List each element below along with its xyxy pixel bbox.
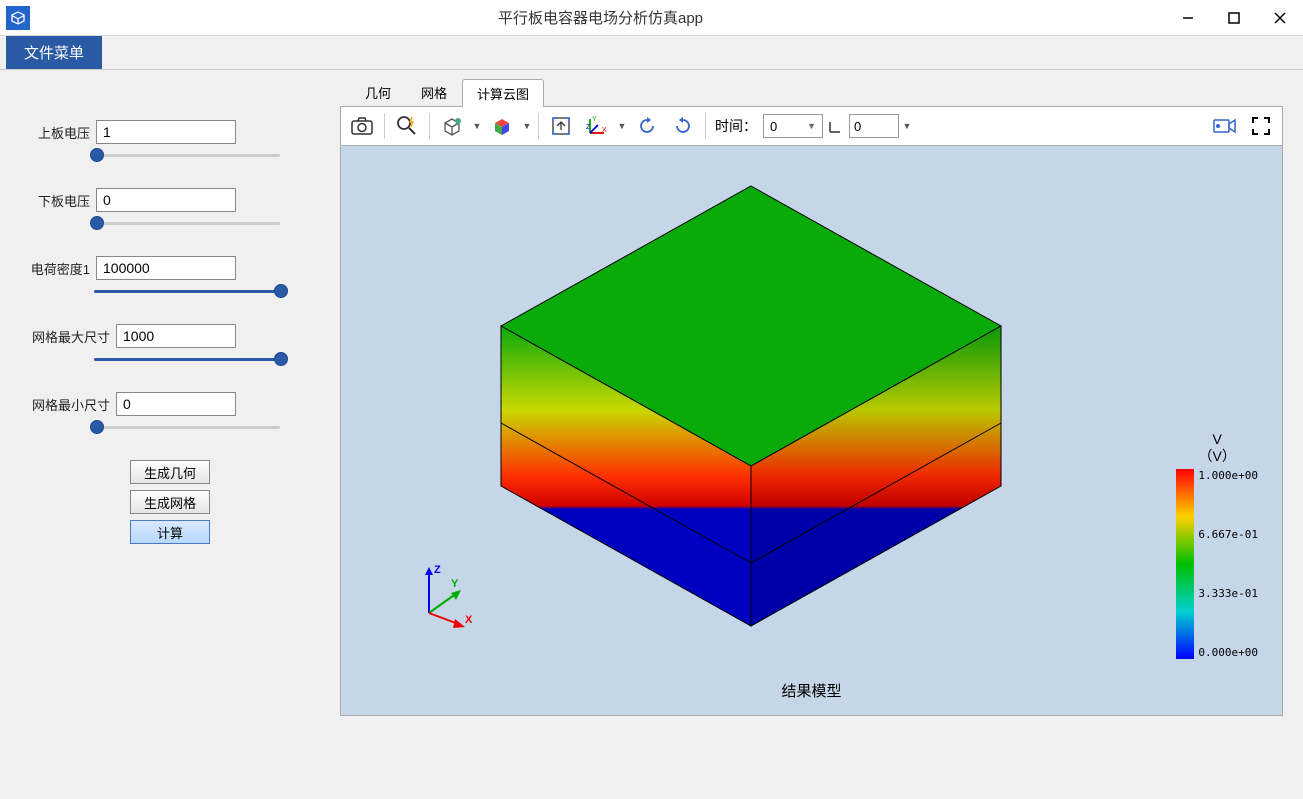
- axis-view-icon[interactable]: YX Z: [580, 110, 614, 142]
- mesh-max-input[interactable]: [116, 324, 236, 348]
- maximize-button[interactable]: [1211, 0, 1257, 36]
- file-menu[interactable]: 文件菜单: [6, 36, 102, 69]
- zoom-lightning-icon[interactable]: [390, 110, 424, 142]
- angle-icon[interactable]: [825, 110, 847, 142]
- time-input-dropdown[interactable]: ▼: [901, 110, 913, 142]
- video-camera-icon[interactable]: [1208, 110, 1242, 142]
- charge-density-slider[interactable]: [20, 286, 320, 298]
- svg-text:Y: Y: [592, 116, 597, 123]
- mesh-min-slider[interactable]: [20, 422, 320, 434]
- window-title: 平行板电容器电场分析仿真app: [36, 7, 1165, 28]
- legend-colorbar: [1176, 469, 1194, 659]
- time-input[interactable]: [849, 114, 899, 138]
- axis-triad: Z Y X: [409, 563, 479, 633]
- svg-text:Z: Z: [434, 564, 441, 576]
- svg-text:Y: Y: [451, 578, 459, 590]
- charge-density-input[interactable]: [96, 256, 236, 280]
- expand-icon[interactable]: [1244, 110, 1278, 142]
- upper-voltage-label: 上板电压: [20, 123, 90, 142]
- time-select[interactable]: 0▼: [763, 114, 823, 138]
- separator: [384, 113, 385, 139]
- param-mesh-max: 网格最大尺寸: [20, 324, 320, 348]
- tab-mesh[interactable]: 网格: [406, 78, 462, 106]
- tab-cloud[interactable]: 计算云图: [462, 79, 544, 107]
- gen-mesh-button[interactable]: 生成网格: [130, 490, 210, 514]
- minimize-button[interactable]: [1165, 0, 1211, 36]
- title-bar: 平行板电容器电场分析仿真app: [0, 0, 1303, 36]
- separator: [538, 113, 539, 139]
- param-lower-voltage: 下板电压: [20, 188, 320, 212]
- viewport-3d[interactable]: Z Y X V（V） 1.000e+00 6.667e-01: [340, 146, 1283, 716]
- separator: [705, 113, 706, 139]
- main-area: 几何 网格 计算云图 ▼ ▼ YXZ ▼ 时间： 0▼ ▼: [340, 70, 1303, 799]
- tab-geometry[interactable]: 几何: [350, 78, 406, 106]
- rotate-left-icon[interactable]: [630, 110, 664, 142]
- mesh-min-input[interactable]: [116, 392, 236, 416]
- fit-view-icon[interactable]: [544, 110, 578, 142]
- color-cube-dropdown[interactable]: ▼: [521, 110, 533, 142]
- gen-geometry-button[interactable]: 生成几何: [130, 460, 210, 484]
- color-cube-icon[interactable]: [485, 110, 519, 142]
- compute-button[interactable]: 计算: [130, 520, 210, 544]
- mesh-min-label: 网格最小尺寸: [20, 395, 110, 414]
- legend-ticks: 1.000e+00 6.667e-01 3.333e-01 0.000e+00: [1198, 469, 1258, 659]
- action-buttons: 生成几何 生成网格 计算: [20, 460, 320, 544]
- mesh-max-label: 网格最大尺寸: [20, 327, 110, 346]
- tabs: 几何 网格 计算云图: [350, 78, 1283, 106]
- charge-density-label: 电荷密度1: [20, 259, 90, 278]
- color-legend: V（V） 1.000e+00 6.667e-01 3.333e-01 0.000…: [1176, 431, 1258, 659]
- separator: [429, 113, 430, 139]
- close-button[interactable]: [1257, 0, 1303, 36]
- camera-icon[interactable]: [345, 110, 379, 142]
- box-tool-dropdown[interactable]: ▼: [471, 110, 483, 142]
- lower-voltage-label: 下板电压: [20, 191, 90, 210]
- svg-text:X: X: [465, 614, 473, 626]
- model-label: 结果模型: [781, 680, 841, 701]
- upper-voltage-input[interactable]: [96, 120, 236, 144]
- param-charge-density: 电荷密度1: [20, 256, 320, 280]
- model-cube: [471, 176, 1031, 656]
- app-icon: [6, 6, 30, 30]
- axis-view-dropdown[interactable]: ▼: [616, 110, 628, 142]
- lower-voltage-input[interactable]: [96, 188, 236, 212]
- box-tool-icon[interactable]: [435, 110, 469, 142]
- lower-voltage-slider[interactable]: [20, 218, 320, 230]
- viewport-toolbar: ▼ ▼ YX Z ▼ 时间： 0▼ ▼: [340, 106, 1283, 146]
- rotate-right-icon[interactable]: [666, 110, 700, 142]
- time-label: 时间：: [715, 116, 757, 136]
- legend-title: V（V）: [1199, 431, 1236, 465]
- param-upper-voltage: 上板电压: [20, 120, 320, 144]
- svg-text:Z: Z: [586, 124, 591, 131]
- window-controls: [1165, 0, 1303, 36]
- mesh-max-slider[interactable]: [20, 354, 320, 366]
- param-mesh-min: 网格最小尺寸: [20, 392, 320, 416]
- menubar: 文件菜单: [0, 36, 1303, 70]
- sidebar: 上板电压 下板电压 电荷密度1 网格最大尺寸: [0, 70, 340, 799]
- svg-text:X: X: [602, 127, 607, 134]
- upper-voltage-slider[interactable]: [20, 150, 320, 162]
- content-area: 上板电压 下板电压 电荷密度1 网格最大尺寸: [0, 70, 1303, 799]
